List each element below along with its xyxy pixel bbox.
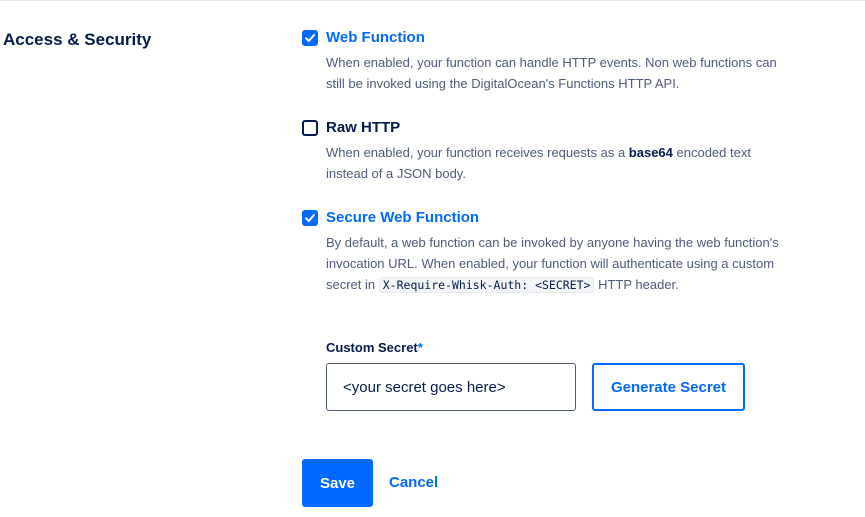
web-function-description: When enabled, your function can handle H… bbox=[326, 55, 777, 91]
required-marker: * bbox=[417, 340, 423, 355]
generate-secret-button[interactable]: Generate Secret bbox=[592, 363, 745, 411]
checkmark-icon bbox=[305, 34, 315, 42]
raw-http-checkbox[interactable] bbox=[302, 120, 318, 136]
cancel-link[interactable]: Cancel bbox=[389, 474, 438, 492]
raw-http-desc-bold: base64 bbox=[628, 145, 673, 160]
custom-secret-label-text: Custom Secret bbox=[326, 340, 418, 355]
save-button[interactable]: Save bbox=[302, 459, 373, 507]
web-function-checkbox[interactable] bbox=[302, 30, 318, 46]
web-function-label[interactable]: Web Function bbox=[326, 29, 425, 47]
section-title: Access & Security bbox=[3, 30, 152, 49]
top-divider bbox=[0, 0, 865, 1]
raw-http-label[interactable]: Raw HTTP bbox=[326, 119, 400, 137]
checkmark-icon bbox=[305, 214, 315, 222]
custom-secret-input[interactable] bbox=[326, 363, 576, 411]
secure-web-function-description: By default, a web function can be invoke… bbox=[326, 232, 786, 296]
secure-desc-suffix: HTTP header. bbox=[594, 277, 679, 292]
raw-http-description: When enabled, your function receives req… bbox=[326, 142, 786, 184]
auth-header-code: X-Require-Whisk-Auth: <SECRET> bbox=[378, 277, 595, 293]
secure-web-function-checkbox[interactable] bbox=[302, 210, 318, 226]
raw-http-desc-prefix: When enabled, your function receives req… bbox=[326, 145, 629, 160]
custom-secret-label: Custom Secret* bbox=[326, 340, 423, 356]
secure-web-function-label[interactable]: Secure Web Function bbox=[326, 209, 479, 227]
